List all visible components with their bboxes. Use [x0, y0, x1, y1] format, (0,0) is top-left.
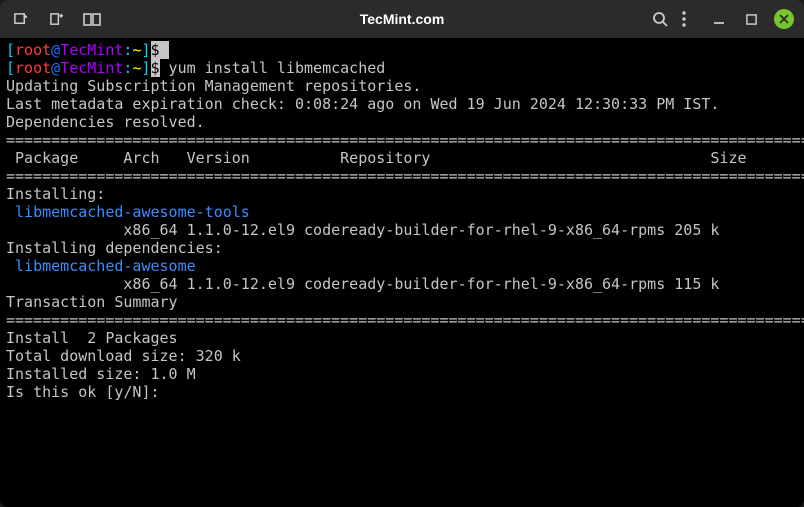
- window-title: TecMint.com: [360, 11, 445, 27]
- separator-line: ========================================…: [6, 311, 798, 329]
- package-detail: x86_64 1.1.0-12.el9 codeready-builder-fo…: [6, 275, 798, 293]
- output-line: Last metadata expiration check: 0:08:24 …: [6, 95, 798, 113]
- installed-size: Installed size: 1.0 M: [6, 365, 798, 383]
- section-installdeps: Installing dependencies:: [6, 239, 798, 257]
- minimize-button[interactable]: [710, 10, 728, 28]
- command-text: yum install libmemcached: [160, 59, 386, 77]
- titlebar: TecMint.com: [0, 0, 804, 38]
- titlebar-left-controls: [10, 9, 102, 29]
- section-installing: Installing:: [6, 185, 798, 203]
- maximize-button[interactable]: [742, 10, 760, 28]
- terminal-window: TecMint.com [root@TecMint:~]$ [root@T: [0, 0, 804, 507]
- separator-line: ========================================…: [6, 131, 798, 149]
- transaction-summary: Transaction Summary: [6, 293, 798, 311]
- download-size: Total download size: 320 k: [6, 347, 798, 365]
- install-count: Install 2 Packages: [6, 329, 798, 347]
- search-icon[interactable]: [652, 11, 668, 27]
- output-line: Dependencies resolved.: [6, 113, 798, 131]
- package-name: libmemcached-awesome: [6, 257, 798, 275]
- separator-line: ========================================…: [6, 167, 798, 185]
- table-header: Package Arch Version Repository Size: [6, 149, 798, 167]
- titlebar-right-controls: [652, 9, 794, 29]
- package-detail: x86_64 1.1.0-12.el9 codeready-builder-fo…: [6, 221, 798, 239]
- split-icon[interactable]: [82, 9, 102, 29]
- menu-icon[interactable]: [682, 11, 686, 27]
- prompt-line-2: [root@TecMint:~]$ yum install libmemcach…: [6, 59, 798, 77]
- prompt-line-1: [root@TecMint:~]$: [6, 41, 798, 59]
- new-tab-icon[interactable]: [10, 9, 30, 29]
- package-name: libmemcached-awesome-tools: [6, 203, 798, 221]
- new-window-icon[interactable]: [46, 9, 66, 29]
- terminal-body[interactable]: [root@TecMint:~]$ [root@TecMint:~]$ yum …: [0, 38, 804, 507]
- confirm-prompt: Is this ok [y/N]:: [6, 383, 798, 401]
- output-line: Updating Subscription Management reposit…: [6, 77, 798, 95]
- window-controls: [710, 9, 794, 29]
- close-button[interactable]: [774, 9, 794, 29]
